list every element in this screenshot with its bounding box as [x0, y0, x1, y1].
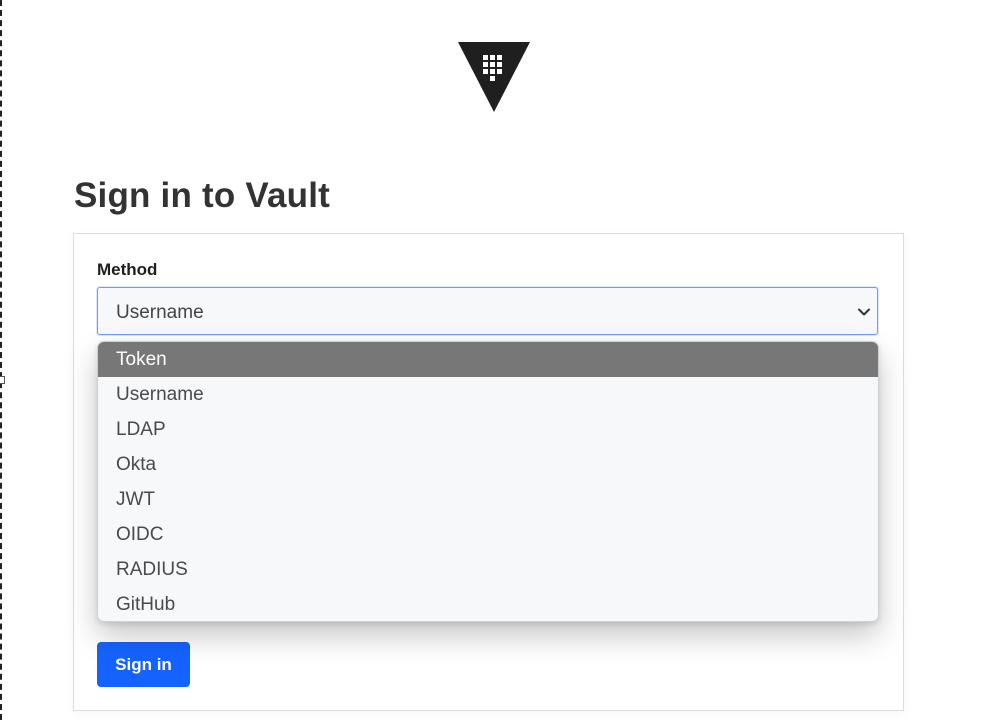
vault-login-page: Sign in to Vault Method Username Sign in… — [0, 0, 1002, 720]
method-select[interactable]: Username — [97, 287, 878, 335]
method-option-ldap[interactable]: LDAP — [98, 412, 878, 447]
method-option-oidc[interactable]: OIDC — [98, 517, 878, 552]
method-dropdown-list: Token Username LDAP Okta JWT OIDC RADIUS… — [97, 341, 879, 622]
method-option-okta[interactable]: Okta — [98, 447, 878, 482]
method-label: Method — [97, 260, 158, 279]
dashed-border-edge — [0, 0, 2, 720]
method-option-github[interactable]: GitHub — [98, 587, 878, 621]
method-option-jwt[interactable]: JWT — [98, 482, 878, 517]
method-option-radius[interactable]: RADIUS — [98, 552, 878, 587]
vault-logo-icon — [458, 42, 530, 112]
method-option-token[interactable]: Token — [98, 342, 878, 377]
sign-in-button[interactable]: Sign in — [97, 642, 190, 687]
page-title: Sign in to Vault — [74, 176, 330, 215]
chevron-down-icon — [858, 308, 870, 316]
method-option-username[interactable]: Username — [98, 377, 878, 412]
edge-marker — [0, 376, 5, 384]
method-select-value: Username — [116, 302, 204, 323]
